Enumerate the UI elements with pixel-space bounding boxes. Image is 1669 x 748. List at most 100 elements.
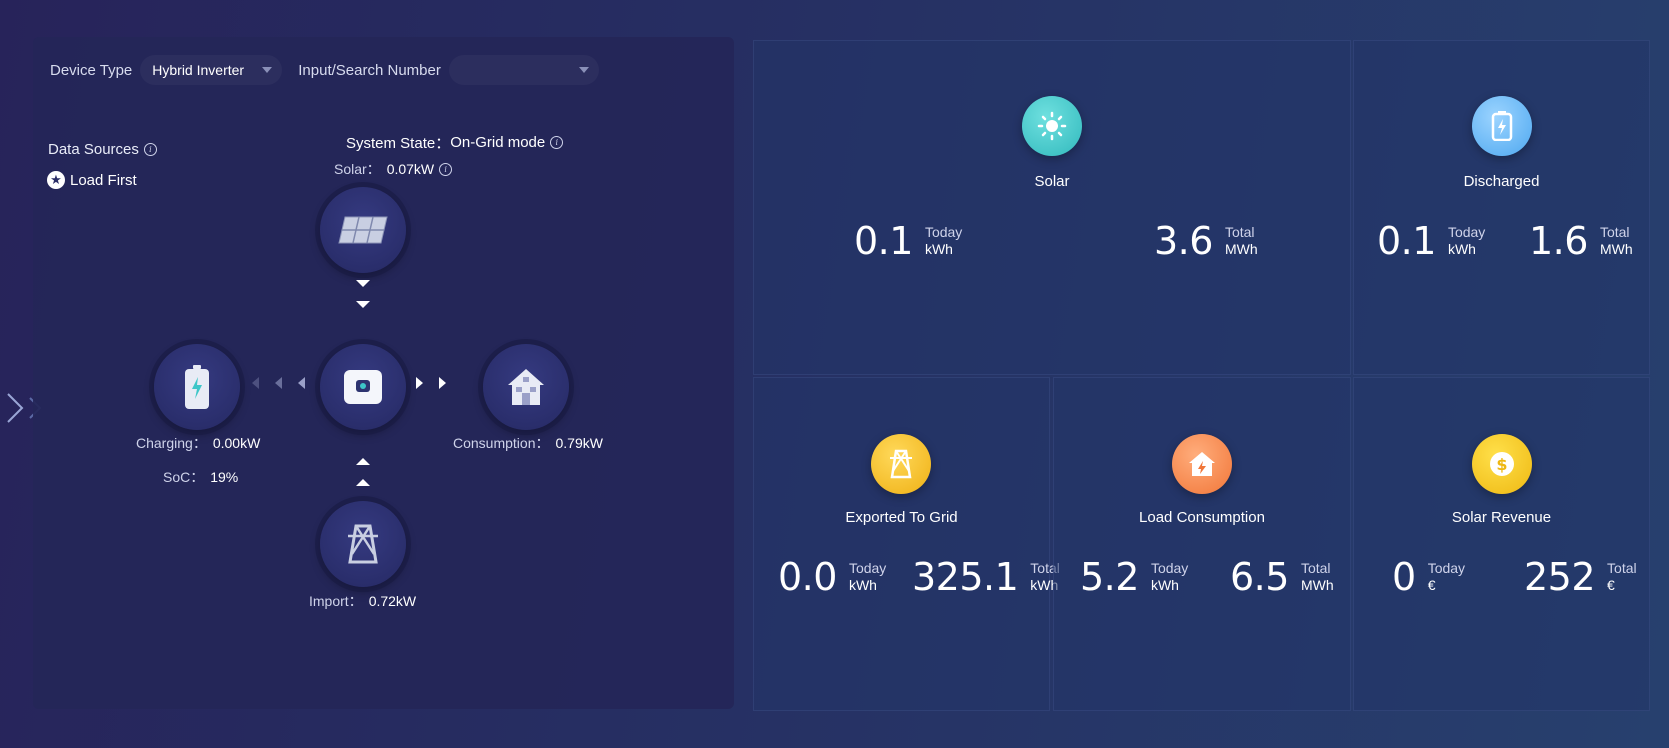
import-value: 0.72kW (368, 593, 417, 609)
consumption-power: Consumption： 0.79kW (453, 433, 603, 453)
battery-icon (185, 365, 209, 409)
info-icon[interactable]: i (550, 136, 564, 149)
today-unit: kWh (924, 241, 953, 257)
house-icon (1172, 434, 1232, 494)
search-number-label: Input/Search Number (298, 61, 441, 79)
battery-soc: SoC： 19% (163, 467, 238, 487)
discharged-today-value: 0.1 (1377, 219, 1436, 263)
solar-icon (1022, 96, 1082, 156)
charging-value: 0.00kW (212, 435, 261, 451)
total-label: Total (1607, 560, 1637, 576)
battery-node (154, 344, 240, 430)
discharged-card: Discharged 0.1 Today kWh 1.6 Total MWh (1353, 40, 1650, 375)
device-type-label: Device Type (50, 61, 133, 79)
exported-total-value: 325.1 (912, 555, 1019, 599)
revenue-today-value: 0 (1392, 555, 1416, 599)
flow-arrow-right-icon (439, 377, 446, 389)
system-state-value: On-Grid mode (450, 134, 546, 151)
solar-panel-node (320, 187, 406, 273)
flow-arrow-left-icon (252, 377, 259, 389)
soc-value: 19% (210, 469, 239, 485)
today-unit: kWh (848, 577, 877, 593)
import-label: Import： (309, 593, 363, 609)
energy-flow-panel: Device Type Hybrid Inverter Input/Search… (33, 37, 734, 709)
device-type-value: Hybrid Inverter (152, 62, 245, 78)
device-type-select[interactable]: Hybrid Inverter (140, 55, 283, 85)
inverter-node (320, 344, 406, 430)
system-state: System State： On-Grid mode i (346, 132, 564, 153)
search-number-select[interactable] (448, 55, 599, 85)
discharged-title: Discharged (1463, 173, 1540, 190)
exported-today: 0.0 Today kWh (778, 555, 886, 599)
flow-arrow-up-icon (356, 479, 370, 486)
today-label: Today (1447, 224, 1486, 240)
import-power: Import： 0.72kW (309, 591, 416, 611)
data-sources-label: Data Sources (48, 141, 139, 158)
total-label: Total (1224, 224, 1255, 240)
load-today-value: 5.2 (1080, 555, 1139, 599)
power-tower-icon (348, 524, 378, 564)
solar-total-value: 3.6 (1154, 219, 1213, 263)
revenue-title: Solar Revenue (1451, 509, 1552, 526)
flow-arrow-left-icon (298, 377, 305, 389)
grid-node (320, 501, 406, 587)
svg-text:$: $ (1496, 455, 1507, 474)
info-icon[interactable]: i (143, 143, 157, 156)
charging-power: Charging： 0.00kW (136, 433, 260, 453)
load-today: 5.2 Today kWh (1080, 555, 1188, 599)
total-label: Total (1599, 224, 1630, 240)
solar-power-label: Solar： (334, 161, 381, 177)
discharged-total: 1.6 Total MWh (1529, 219, 1633, 263)
today-unit: kWh (1447, 241, 1476, 257)
today-unit: kWh (1150, 577, 1179, 593)
charging-label: Charging： (136, 435, 207, 451)
flow-arrow-up-icon (356, 458, 370, 465)
exported-today-value: 0.0 (778, 555, 837, 599)
solar-total: 3.6 Total MWh (1154, 219, 1258, 263)
load-first-label: Load First (70, 171, 137, 189)
total-unit: MWh (1599, 241, 1633, 257)
chevron-down-icon (262, 67, 273, 73)
solar-power: Solar： 0.07kW i (334, 159, 453, 179)
exported-to-grid-card: Exported To Grid 0.0 Today kWh 325.1 Tota… (753, 377, 1060, 711)
star-icon: ★ (47, 171, 65, 189)
data-sources: Data Sources i (48, 141, 157, 158)
discharged-today: 0.1 Today kWh (1377, 219, 1485, 263)
exported-title: Exported To Grid (845, 509, 958, 526)
today-label: Today (924, 224, 963, 240)
total-unit: MWh (1300, 577, 1334, 593)
flow-arrow-left-icon (275, 377, 282, 389)
dollar-icon: $ (1472, 434, 1532, 494)
consumption-label: Consumption： (453, 435, 550, 451)
solar-card: Solar 0.1 Today kWh 3.6 Total MWh (753, 40, 1351, 375)
solar-today: 0.1 Today kWh (854, 219, 962, 263)
today-label: Today (1427, 560, 1466, 576)
solar-power-value: 0.07kW (386, 161, 435, 177)
power-tower-icon (871, 434, 931, 494)
house-icon (508, 369, 544, 405)
load-total: 6.5 Total MWh (1230, 555, 1334, 599)
today-unit: € (1427, 577, 1436, 593)
info-icon[interactable]: i (439, 162, 453, 176)
revenue-today: 0 Today € (1392, 555, 1465, 599)
filter-toolbar: Device Type Hybrid Inverter Input/Search… (50, 55, 599, 85)
flow-arrow-down-icon (356, 301, 370, 308)
solar-revenue-card: $ Solar Revenue 0 Today € 252 Total € (1353, 377, 1650, 711)
load-title: Load Consumption (1139, 509, 1265, 526)
today-label: Today (848, 560, 887, 576)
solar-title: Solar (1034, 173, 1070, 190)
battery-icon (1472, 96, 1532, 156)
discharged-total-value: 1.6 (1529, 219, 1588, 263)
consumption-value: 0.79kW (555, 435, 603, 451)
load-total-value: 6.5 (1230, 555, 1289, 599)
exported-total: 325.1 Total kWh (912, 555, 1060, 599)
revenue-total-value: 252 (1524, 555, 1596, 599)
total-label: Total (1300, 560, 1331, 576)
load-consumption-card: Load Consumption 5.2 Today kWh 6.5 Total M… (1053, 377, 1351, 711)
home-node (483, 344, 569, 430)
inverter-icon (344, 370, 382, 404)
flow-arrow-right-icon (416, 377, 423, 389)
today-label: Today (1150, 560, 1189, 576)
system-state-label: System State： (346, 135, 451, 152)
soc-label: SoC： (163, 469, 205, 485)
